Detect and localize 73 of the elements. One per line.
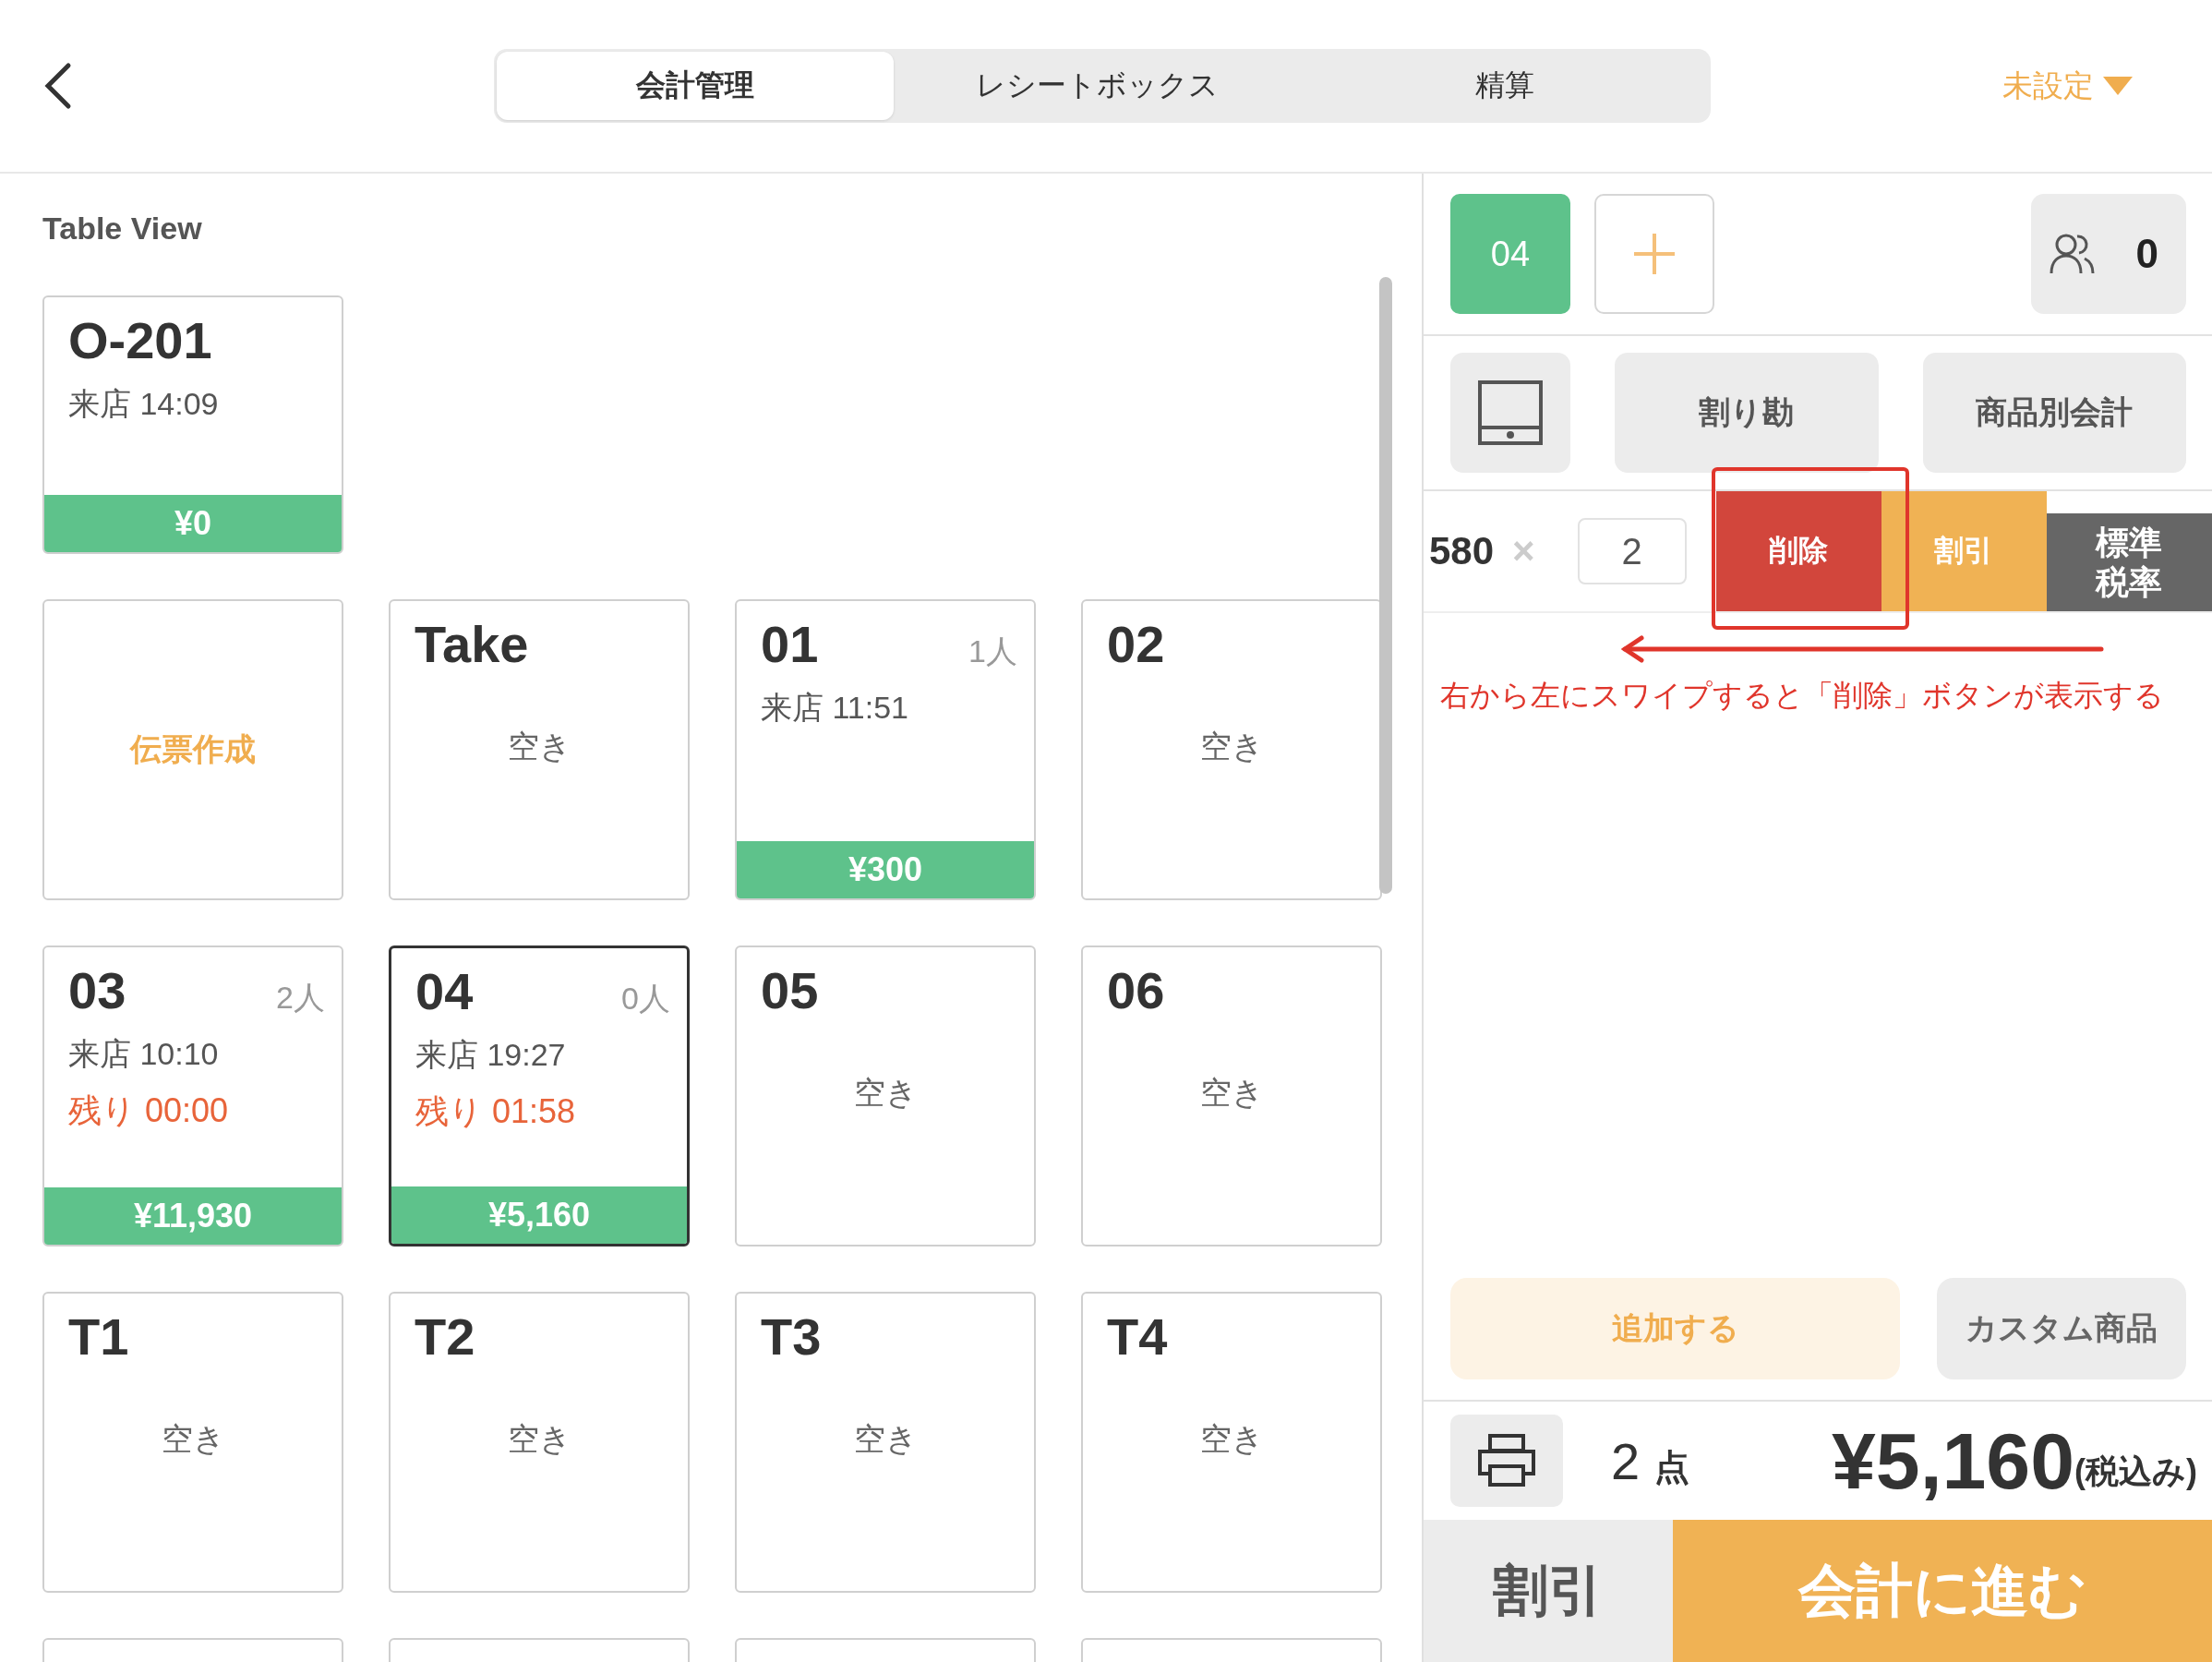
section-title: Table View bbox=[42, 211, 203, 247]
annotation-text: 右から左にスワイプすると「削除」ボタンが表示する bbox=[1440, 678, 2165, 714]
guest-count: 1人 bbox=[968, 632, 1017, 670]
table-name: 06 bbox=[1107, 960, 1165, 1020]
table-card[interactable]: Take 空き bbox=[389, 599, 690, 900]
table-name: 05 bbox=[761, 960, 819, 1020]
table-name: Take bbox=[415, 614, 529, 674]
item-count: 2 bbox=[1611, 1430, 1641, 1491]
table-card[interactable]: T2 空き bbox=[389, 1292, 690, 1593]
guests-button[interactable]: 0 bbox=[2031, 194, 2186, 314]
table-status: 空き bbox=[1198, 1074, 1265, 1112]
add-item-button[interactable]: カスタム商品 bbox=[1937, 1278, 2186, 1379]
print-button[interactable] bbox=[1450, 1415, 1563, 1507]
swipe-action-button[interactable]: 標準税率 bbox=[2046, 513, 2212, 611]
table-name: T2 bbox=[415, 1307, 475, 1367]
arrival-time: 来店 10:10 bbox=[67, 1035, 220, 1073]
table-card[interactable]: T4 空き bbox=[1081, 1292, 1382, 1593]
swipe-action-button[interactable]: 削除 bbox=[1715, 491, 1881, 611]
arrival-time: 来店 19:27 bbox=[415, 1036, 567, 1074]
amount-bar: ¥11,930 bbox=[44, 1187, 342, 1245]
table-card[interactable]: 03 2人 来店 10:10 残り 00:00 ¥11,930 bbox=[42, 945, 343, 1246]
remaining-time: 残り 01:58 bbox=[415, 1091, 577, 1132]
remaining-time: 残り 00:00 bbox=[67, 1090, 230, 1131]
amount-bar: ¥0 bbox=[44, 495, 342, 552]
table-name: 04 bbox=[415, 961, 474, 1021]
table-name: T3 bbox=[761, 1307, 822, 1367]
table-card[interactable]: T3 空き bbox=[735, 1292, 1036, 1593]
guest-count: 2人 bbox=[276, 979, 325, 1017]
table-name: T1 bbox=[68, 1307, 129, 1367]
amount-bar: ¥300 bbox=[737, 841, 1034, 898]
table-status: 空き bbox=[852, 1420, 919, 1458]
table-name: T4 bbox=[1107, 1307, 1168, 1367]
add-tab-button[interactable] bbox=[1594, 194, 1714, 314]
table-status: 空き bbox=[506, 1420, 572, 1458]
table-status: 空き bbox=[1198, 728, 1265, 765]
times-sign: × bbox=[1512, 529, 1535, 573]
tablet-icon bbox=[1477, 379, 1544, 446]
people-icon bbox=[2050, 233, 2096, 275]
scrollbar[interactable] bbox=[1379, 277, 1392, 894]
table-status: 空き bbox=[1198, 1420, 1265, 1458]
tab[interactable]: レシートボックス bbox=[894, 52, 1301, 120]
table-card[interactable]: 06 空き bbox=[1081, 945, 1382, 1246]
table-card[interactable]: 04 0人 来店 19:27 残り 01:58 ¥5,160 bbox=[389, 945, 690, 1246]
table-card[interactable]: 02 空き bbox=[1081, 599, 1382, 900]
count-unit: 点 bbox=[1654, 1446, 1690, 1488]
amount-bar: ¥5,160 bbox=[391, 1186, 687, 1244]
printer-icon bbox=[1477, 1433, 1536, 1488]
arrival-time: 来店 11:51 bbox=[760, 689, 909, 727]
table-card[interactable]: O-201 来店 14:09 ¥0 bbox=[42, 295, 343, 554]
tablet-button[interactable] bbox=[1450, 353, 1570, 473]
table-status: 空き bbox=[852, 1074, 919, 1112]
plus-icon bbox=[1632, 232, 1677, 276]
action-button[interactable]: 商品別会計 bbox=[1922, 353, 2186, 473]
tab[interactable]: 精算 bbox=[1301, 52, 1708, 120]
table-name: 03 bbox=[68, 960, 126, 1020]
tax-note: (税込み) bbox=[2074, 1451, 2197, 1492]
table-name: O-201 bbox=[68, 310, 212, 370]
action-button[interactable]: 割り勘 bbox=[1615, 353, 1879, 473]
table-card[interactable]: 01 1人 来店 11:51 ¥300 bbox=[735, 599, 1036, 900]
arrival-time: 来店 14:09 bbox=[67, 385, 220, 423]
discount-button[interactable]: 割引 bbox=[1424, 1520, 1673, 1662]
total-amount: ¥5,160 bbox=[1831, 1415, 2074, 1507]
table-card[interactable]: 05 空き bbox=[735, 945, 1036, 1246]
table-card[interactable]: T1 空き bbox=[42, 1292, 343, 1593]
item-price: 580 bbox=[1429, 529, 1495, 573]
tab[interactable]: 会計管理 bbox=[497, 52, 894, 120]
table-status: 空き bbox=[160, 1420, 226, 1458]
table-name: 01 bbox=[761, 614, 819, 674]
guest-count: 0人 bbox=[621, 980, 670, 1018]
quantity-field[interactable]: 2 bbox=[1577, 518, 1687, 584]
table-status: 空き bbox=[506, 728, 572, 765]
table-name: 02 bbox=[1107, 614, 1165, 674]
caret-icon bbox=[2103, 77, 2133, 95]
